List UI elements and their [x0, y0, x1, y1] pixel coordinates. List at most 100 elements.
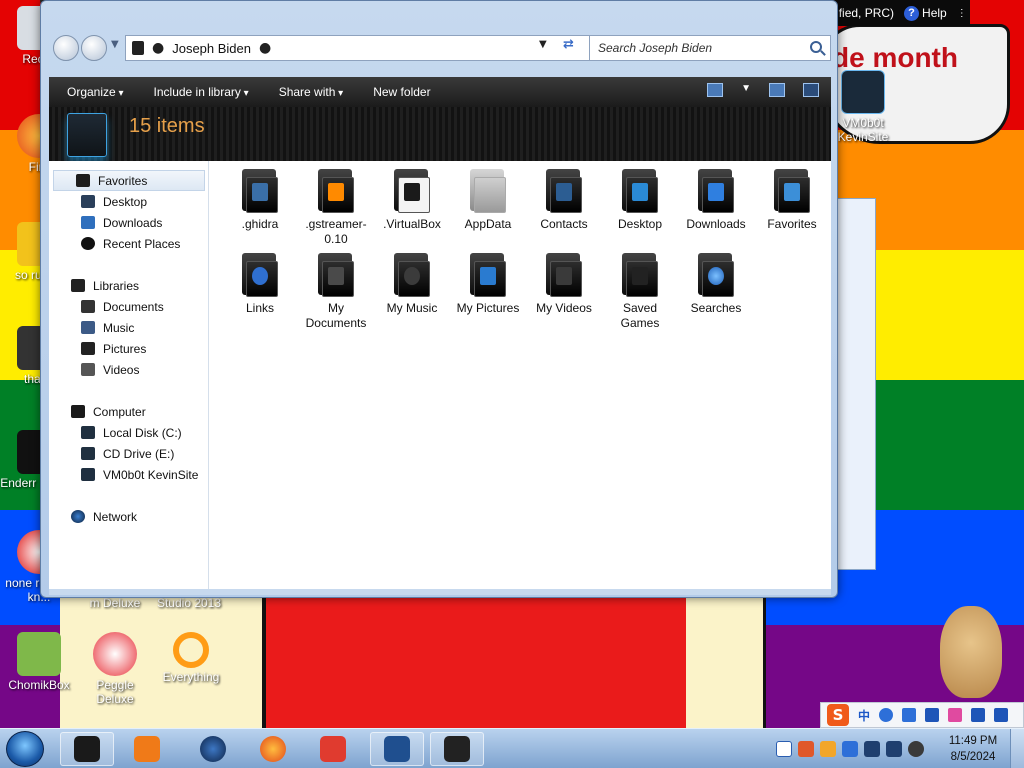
- folder-item[interactable]: My Music: [375, 253, 449, 316]
- nav-desktop[interactable]: Desktop: [49, 191, 147, 212]
- computer-icon: [71, 405, 85, 418]
- folder-item[interactable]: .gstreamer-0.10: [299, 169, 373, 247]
- volume-tray-icon[interactable]: [886, 741, 902, 757]
- taskbar-item-firefox[interactable]: [246, 732, 300, 766]
- folder-item[interactable]: Saved Games: [603, 253, 677, 331]
- nav-downloads[interactable]: Downloads: [49, 212, 162, 233]
- show-desktop-button[interactable]: [1010, 729, 1024, 768]
- nav-cd-drive[interactable]: CD Drive (E:): [49, 443, 174, 464]
- folder-item[interactable]: My Pictures: [451, 253, 525, 316]
- recent-places-icon: [81, 237, 95, 250]
- documents-icon: [81, 300, 95, 313]
- help-button[interactable]: ? Help: [904, 5, 947, 21]
- folder-item[interactable]: .ghidra: [223, 169, 297, 232]
- favorites-folder-icon: [772, 169, 812, 213]
- power-tray-icon[interactable]: [908, 741, 924, 757]
- nav-computer[interactable]: Computer: [49, 401, 146, 422]
- network-globe-icon: [71, 510, 85, 523]
- help-book-icon[interactable]: [803, 83, 819, 97]
- change-view-icon[interactable]: [707, 83, 724, 97]
- explorer-folder-icon: [74, 736, 100, 762]
- nav-documents[interactable]: Documents: [49, 296, 164, 317]
- help-icon: ?: [904, 5, 920, 21]
- nav-favorites[interactable]: Favorites: [53, 170, 205, 191]
- nav-libraries[interactable]: Libraries: [49, 275, 139, 296]
- pictures-icon: [81, 342, 95, 355]
- hard-drive-icon: [81, 426, 95, 439]
- folder-item[interactable]: Searches: [679, 253, 753, 316]
- sogou-tray-icon[interactable]: [798, 741, 814, 757]
- address-bar[interactable]: ● Joseph Biden ●: [125, 35, 595, 61]
- background-dialog[interactable]: [832, 198, 876, 570]
- folder-header: 15 items: [49, 107, 831, 161]
- hamster-gadget[interactable]: [940, 606, 1002, 698]
- ime-mode-toggle[interactable]: 中: [858, 707, 870, 724]
- nav-local-disk[interactable]: Local Disk (C:): [49, 422, 182, 443]
- breadcrumb[interactable]: Joseph Biden: [172, 41, 251, 56]
- breadcrumb-separator-icon[interactable]: ●: [152, 40, 164, 56]
- folder-item[interactable]: My Documents: [299, 253, 373, 331]
- language-bar-options-icon[interactable]: ⋮: [957, 8, 967, 19]
- search-box[interactable]: [589, 35, 831, 61]
- network-tray-icon[interactable]: [776, 741, 792, 757]
- preview-pane-icon[interactable]: [769, 83, 785, 97]
- system-tray: [770, 731, 940, 767]
- forward-button[interactable]: [81, 35, 107, 61]
- folder-item[interactable]: AppData: [451, 169, 525, 232]
- desktop-icon-studio[interactable]: Studio 2013: [150, 596, 228, 610]
- nav-pictures[interactable]: Pictures: [49, 338, 146, 359]
- desktop-icon-chomikbox[interactable]: ChomikBox: [0, 632, 78, 692]
- folder-item[interactable]: Links: [223, 253, 297, 316]
- desktop-icon-peggle[interactable]: Peggle Deluxe: [76, 632, 154, 706]
- clock[interactable]: 11:49 PM 8/5/2024: [940, 731, 1006, 767]
- cd-drive-icon: [81, 447, 95, 460]
- nav-vm0b0t-kevinsite[interactable]: VM0b0t KevinSite: [49, 464, 198, 485]
- folder-item[interactable]: Favorites: [755, 169, 829, 232]
- nav-recent-places[interactable]: Recent Places: [49, 233, 180, 254]
- back-button[interactable]: [53, 35, 79, 61]
- taskbar-item-wps[interactable]: [306, 732, 360, 766]
- share-with-button[interactable]: Share with: [279, 85, 344, 99]
- folder-item[interactable]: Desktop: [603, 169, 677, 232]
- view-options-chevron-icon[interactable]: ▼: [741, 83, 751, 97]
- app-tray-icon[interactable]: [820, 741, 836, 757]
- folder-item[interactable]: My Videos: [527, 253, 601, 316]
- taskbar-item-virtualbox[interactable]: [370, 732, 424, 766]
- taskbar-item-terminal[interactable]: [430, 732, 484, 766]
- search-input[interactable]: [598, 41, 798, 55]
- toolbox-icon[interactable]: [971, 708, 986, 722]
- folder-item[interactable]: Downloads: [679, 169, 753, 232]
- item-count: 15 items: [129, 115, 205, 137]
- desktop-icon-deluxe[interactable]: m Deluxe: [76, 596, 154, 610]
- nav-music[interactable]: Music: [49, 317, 134, 338]
- organize-button[interactable]: Organize: [67, 85, 124, 99]
- saved-games-folder-icon: [620, 253, 660, 297]
- start-button[interactable]: [6, 731, 44, 767]
- taskbar-item-media-player[interactable]: [120, 732, 174, 766]
- downloads-icon: [81, 216, 95, 229]
- flag-tray-icon[interactable]: [842, 741, 858, 757]
- desktop-icon-everything[interactable]: Everything: [152, 632, 230, 684]
- address-row: ▼ ● Joseph Biden ● ▼ ⇄: [51, 33, 831, 63]
- punctuation-icon[interactable]: [879, 708, 894, 722]
- recent-pages-chevron-icon[interactable]: ▼: [111, 39, 119, 50]
- explorer-window[interactable]: ▼ ● Joseph Biden ● ▼ ⇄ Organize Include …: [40, 0, 838, 598]
- nav-network[interactable]: Network: [49, 506, 137, 527]
- microphone-icon[interactable]: [902, 708, 917, 722]
- refresh-icon[interactable]: ⇄: [563, 37, 574, 52]
- sogou-ime-icon[interactable]: S: [827, 704, 849, 726]
- new-folder-button[interactable]: New folder: [373, 85, 430, 99]
- display-tray-icon[interactable]: [864, 741, 880, 757]
- breadcrumb-separator-icon[interactable]: ●: [259, 40, 271, 56]
- taskbar-item-explorer[interactable]: [60, 732, 114, 766]
- keyboard-icon[interactable]: [925, 708, 940, 722]
- nav-videos[interactable]: Videos: [49, 359, 139, 380]
- folder-item[interactable]: .VirtualBox: [375, 169, 449, 232]
- search-icon[interactable]: [810, 41, 822, 53]
- address-dropdown-icon[interactable]: ▼: [539, 39, 547, 50]
- grid-menu-icon[interactable]: [994, 708, 1009, 722]
- include-in-library-button[interactable]: Include in library: [154, 85, 249, 99]
- folder-item[interactable]: Contacts: [527, 169, 601, 232]
- skin-icon[interactable]: [948, 708, 963, 722]
- taskbar-item-globe[interactable]: [186, 732, 240, 766]
